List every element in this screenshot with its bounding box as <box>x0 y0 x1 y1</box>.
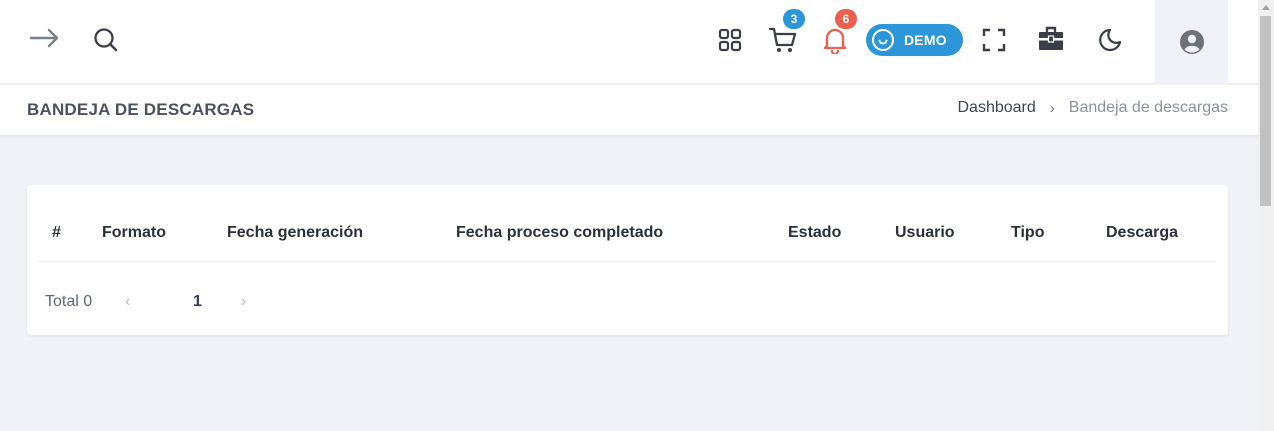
column-header-type[interactable]: Tipo <box>1011 224 1044 242</box>
fullscreen-icon[interactable] <box>980 26 1008 54</box>
column-header-user[interactable]: Usuario <box>895 224 955 242</box>
moon-icon[interactable] <box>1095 25 1125 55</box>
cart-badge: 3 <box>783 9 805 29</box>
bell-icon <box>823 28 847 54</box>
demo-label: DEMO <box>904 32 947 48</box>
demo-toggle[interactable]: DEMO <box>866 24 963 56</box>
arrow-right-icon[interactable] <box>28 24 62 52</box>
scrollbar-thumb[interactable] <box>1260 16 1271 206</box>
breadcrumb-current: Bandeja de descargas <box>1068 99 1228 116</box>
user-circle-icon <box>1179 30 1204 54</box>
breadcrumb: Dashboard › Bandeja de descargas <box>957 99 1228 117</box>
page-title: BANDEJA DE DESCARGAS <box>27 100 255 119</box>
pagination: Total 0 ‹ 1 › <box>45 292 246 312</box>
grid-icon[interactable] <box>716 26 744 54</box>
pagination-next-button[interactable]: › <box>241 293 246 311</box>
table-header: # Formato Fecha generación Fecha proceso… <box>39 185 1216 262</box>
column-header-status[interactable]: Estado <box>788 224 841 242</box>
user-menu-button[interactable] <box>1155 0 1228 84</box>
column-header-download[interactable]: Descarga <box>1106 224 1178 242</box>
breadcrumb-dashboard-link[interactable]: Dashboard <box>957 99 1035 117</box>
top-navbar: 3 6 DEMO <box>0 0 1258 84</box>
downloads-card: # Formato Fecha generación Fecha proceso… <box>27 185 1228 335</box>
search-icon[interactable] <box>91 25 121 55</box>
scroll-up-arrow-icon[interactable] <box>1258 0 1274 14</box>
pagination-prev-button[interactable]: ‹ <box>125 293 130 311</box>
cart-icon <box>768 27 797 52</box>
column-header-format[interactable]: Formato <box>102 224 166 242</box>
pagination-page-1[interactable]: 1 <box>193 293 202 311</box>
column-header-generation-date[interactable]: Fecha generación <box>227 224 363 242</box>
column-header-number[interactable]: # <box>52 224 61 242</box>
vertical-scrollbar[interactable] <box>1258 0 1274 431</box>
notifications-badge: 6 <box>835 9 857 29</box>
smiley-icon <box>872 29 894 51</box>
breadcrumb-separator: › <box>1049 99 1055 117</box>
column-header-completed-date[interactable]: Fecha proceso completado <box>456 224 663 242</box>
pagination-total: Total 0 <box>45 293 93 310</box>
page-header: BANDEJA DE DESCARGAS Dashboard › Bandeja… <box>0 85 1258 135</box>
briefcase-icon[interactable] <box>1036 24 1066 54</box>
